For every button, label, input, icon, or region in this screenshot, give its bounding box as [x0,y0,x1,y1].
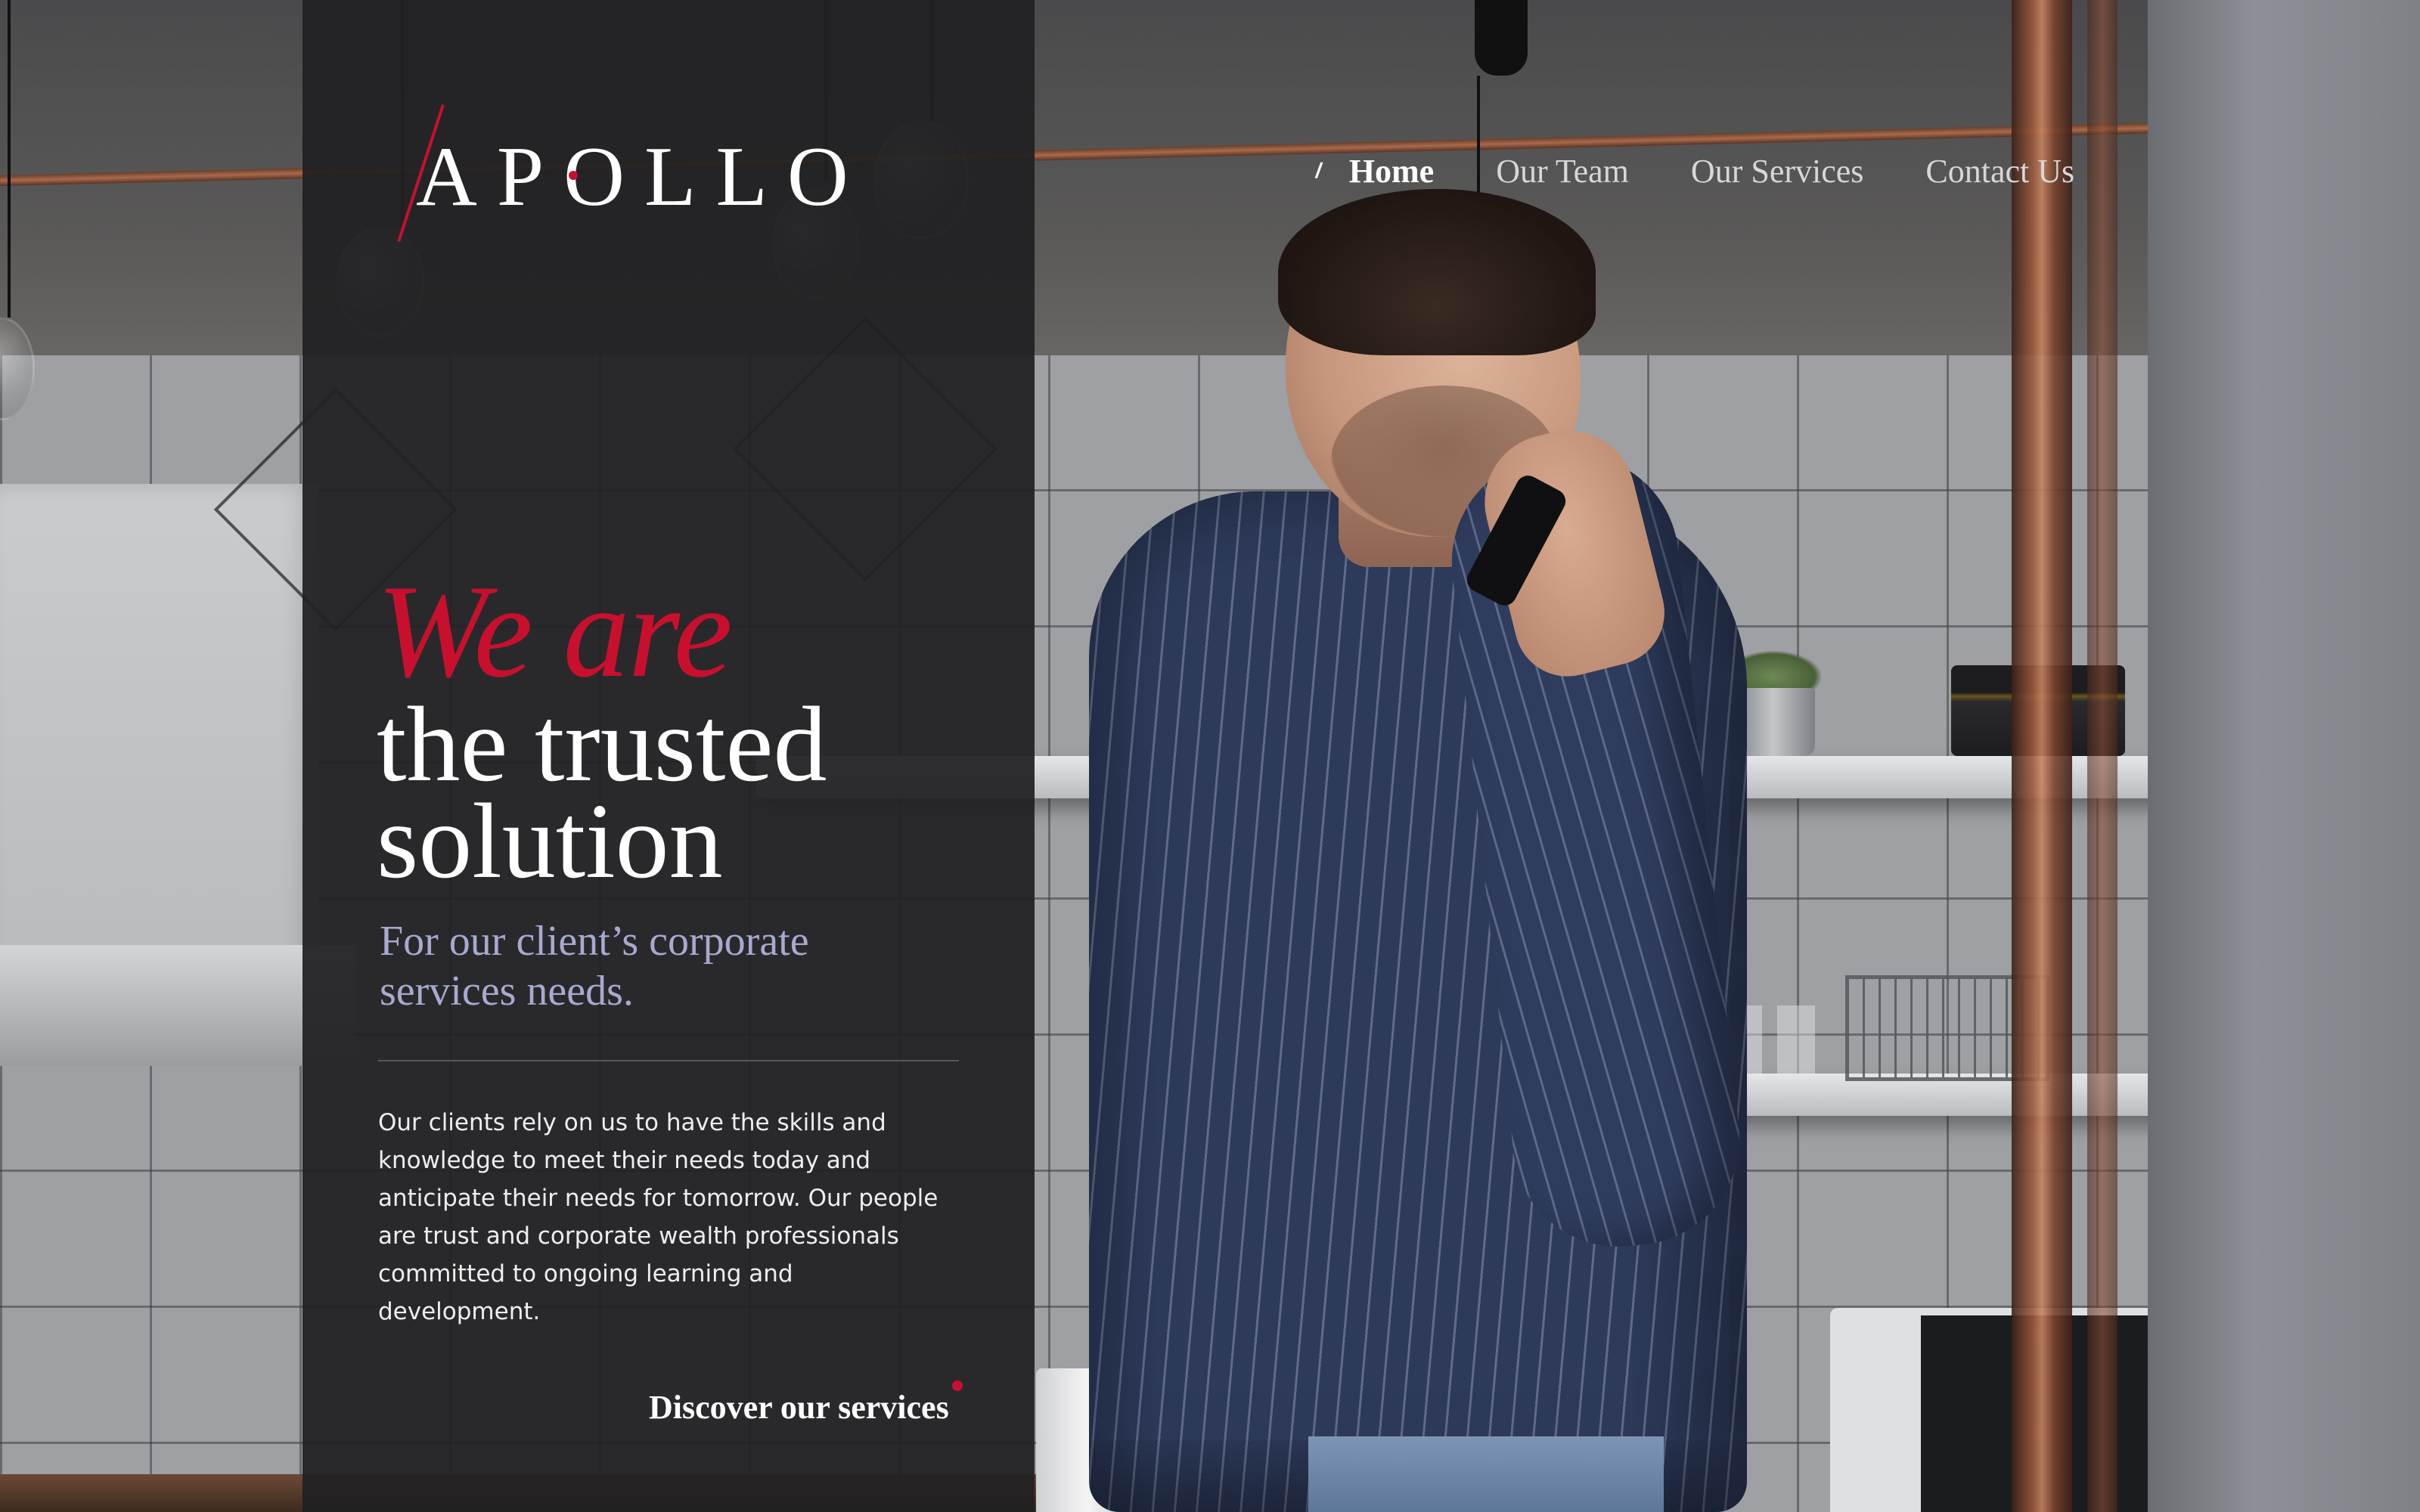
hair [1278,189,1596,355]
divider [378,1060,959,1061]
hero-accent-line: We are [377,558,733,705]
cta-label: Discover our services [649,1389,949,1426]
nav-item-label: Home [1348,152,1435,190]
nav-item-label: Our Team [1496,152,1629,190]
pendant-socket [1475,0,1528,76]
nav-item-our-team[interactable]: Our Team [1496,152,1629,191]
copper-post-secondary [2087,0,2118,1512]
nav-item-label: Contact Us [1925,152,2075,190]
discover-services-link[interactable]: Discover our services [649,1380,963,1427]
nav-item-our-services[interactable]: Our Services [1691,152,1864,191]
logo-accent-dot [569,171,578,180]
hero-headline: the trusted solution [377,684,827,900]
logo-wordmark: APOLLO [416,130,868,224]
hero-subheadline: For our client’s corporate services need… [380,918,809,1015]
nav-active-marker: / [1314,159,1324,182]
jeans [1308,1436,1664,1512]
pendant-cord [8,0,11,318]
man-on-phone [1089,189,1770,1512]
nav-item-home[interactable]: / Home [1314,152,1435,191]
hero-body-text: Our clients rely on us to have the skill… [378,1109,939,1325]
cta-accent-dot [951,1380,963,1391]
brand-logo[interactable]: APOLLO [378,104,849,242]
main-nav: / Home Our Team Our Services Contact Us [1314,148,2074,194]
copper-post [2012,0,2072,1512]
foreground-blur [2148,0,2420,1512]
nav-item-contact-us[interactable]: Contact Us [1925,152,2074,191]
nav-item-label: Our Services [1690,152,1864,190]
